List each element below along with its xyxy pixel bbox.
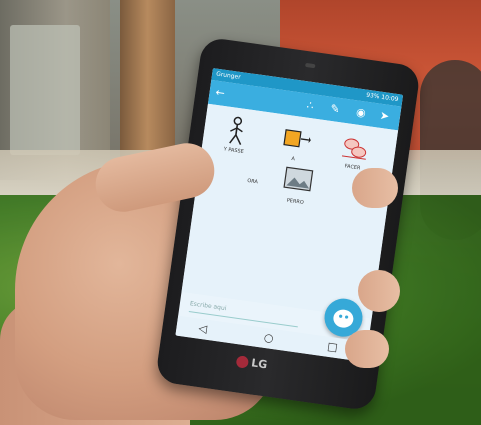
input-placeholder: Escribe aqui (189, 300, 227, 313)
pencil-icon[interactable]: ✎ (329, 102, 341, 117)
phone-screen: Grunger 93% 10:09 ← ∴ ✎ ◉ ➤ Y PASSE A FA… (175, 68, 404, 363)
pin-icon[interactable]: ➤ (379, 109, 390, 124)
pictogram-label: ORA (246, 177, 259, 186)
hands-red-icon (338, 131, 372, 165)
pictogram-label: PERRO (286, 197, 305, 206)
finger (358, 270, 400, 312)
finger (345, 330, 389, 368)
pictogram-label: Y PASSE (223, 146, 245, 156)
background-photo: Grunger 93% 10:09 ← ∴ ✎ ◉ ➤ Y PASSE A FA… (0, 0, 481, 425)
finger (352, 168, 398, 208)
pictogram-label: A (290, 155, 296, 163)
pictogram-4[interactable]: ORA (237, 177, 268, 187)
recent-square-icon[interactable]: □ (326, 340, 338, 355)
brand-logo: LG (235, 354, 269, 372)
share-icon[interactable]: ∴ (306, 99, 315, 114)
home-circle-icon[interactable]: ○ (263, 331, 274, 346)
back-triangle-icon[interactable]: ◁ (198, 322, 208, 337)
window (10, 25, 80, 155)
picture-frame-icon (281, 165, 315, 199)
pictogram-1[interactable]: Y PASSE (213, 113, 258, 156)
pictogram-2[interactable]: A (273, 122, 318, 165)
lg-logo-icon (235, 355, 250, 369)
pictogram-label: FACER (344, 163, 361, 172)
back-arrow-icon[interactable]: ← (215, 86, 226, 101)
brand-text: LG (250, 356, 269, 372)
eye-icon[interactable]: ◉ (355, 105, 366, 120)
pictogram-5[interactable]: PERRO (275, 164, 320, 207)
pictogram-3[interactable]: FACER (330, 130, 379, 174)
orange-square-arrow-icon (279, 122, 313, 156)
walking-person-icon (220, 114, 254, 148)
camera-icon (305, 62, 316, 69)
